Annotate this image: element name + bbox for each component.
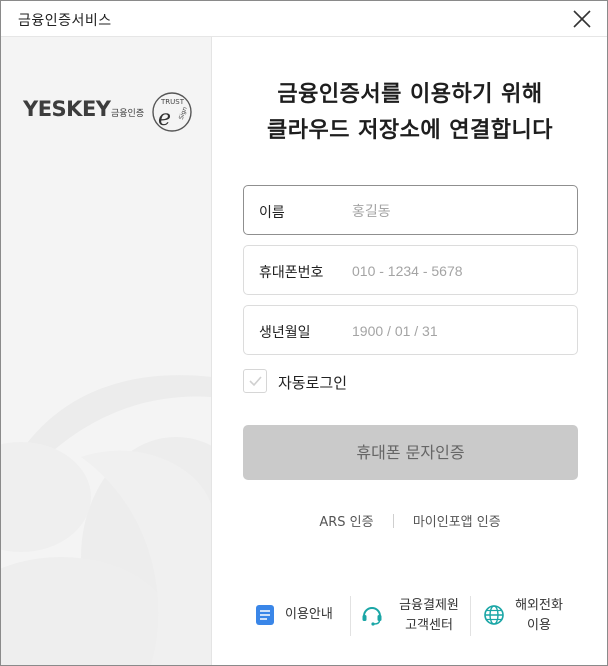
esign-seal-icon: TRUST e Sign	[152, 92, 192, 132]
birthdate-label: 생년월일	[259, 325, 311, 341]
overseas-call-link[interactable]: 해외전화 이용	[481, 592, 581, 640]
footer-divider	[350, 596, 351, 636]
phone-input[interactable]	[352, 258, 562, 284]
page-heading: 금융인증서를 이용하기 위해 클라우드 저장소에 연결합니다	[213, 77, 607, 149]
usage-guide-link[interactable]: 이용안내	[253, 592, 343, 640]
footer-divider	[470, 596, 471, 636]
overseas-call-label: 해외전화 이용	[509, 596, 569, 636]
link-divider	[392, 514, 394, 528]
alternative-auth-links: ARS 인증 마이인포앱 인증	[213, 511, 607, 530]
usage-guide-label: 이용안내	[285, 607, 333, 622]
brand-logo: YESKEY 금융인증 TRUST e Sign	[23, 89, 203, 133]
svg-text:TRUST: TRUST	[160, 98, 185, 106]
overseas-call-line-1: 해외전화	[515, 598, 563, 613]
myinfo-app-auth-link[interactable]: 마이인포앱 인증	[413, 515, 501, 530]
phone-label: 휴대폰번호	[259, 265, 324, 281]
customer-center-label: 금융결제원 고객센터	[391, 596, 467, 636]
footer-links: 이용안내 금융결제원 고객센터 해외전화 이용	[243, 592, 593, 640]
svg-text:e: e	[158, 106, 171, 131]
sms-auth-button[interactable]: 휴대폰 문자인증	[243, 425, 578, 480]
phone-field[interactable]: 휴대폰번호	[243, 245, 578, 295]
customer-center-line-1: 금융결제원	[399, 598, 459, 613]
title-bar: 금융인증서비스	[1, 1, 607, 37]
customer-center-line-2: 고객센터	[405, 618, 453, 633]
document-icon	[256, 605, 274, 625]
close-icon[interactable]	[571, 8, 593, 30]
heading-line-2: 클라우드 저장소에 연결합니다	[267, 118, 553, 143]
auth-form-panel: 금융인증서를 이용하기 위해 클라우드 저장소에 연결합니다 이름 휴대폰번호 …	[213, 37, 607, 665]
ars-auth-link[interactable]: ARS 인증	[319, 515, 373, 530]
logo-text: YESKEY	[23, 97, 111, 121]
name-label: 이름	[259, 205, 285, 221]
logo-subtext: 금융인증	[111, 109, 145, 119]
birthdate-field[interactable]: 생년월일	[243, 305, 578, 355]
name-input[interactable]	[352, 198, 562, 224]
headset-icon	[362, 607, 382, 626]
dialog-window: 금융인증서비스 YESKEY 금융인증 TRUST e Sign 금융인증서를 …	[0, 0, 608, 666]
check-icon	[249, 376, 262, 387]
svg-text:Sign: Sign	[178, 106, 189, 121]
name-field[interactable]: 이름	[243, 185, 578, 235]
globe-icon	[484, 605, 504, 625]
overseas-call-line-2: 이용	[527, 618, 551, 633]
window-title: 금융인증서비스	[18, 13, 112, 29]
checkbox-box[interactable]	[243, 369, 267, 393]
customer-center-link[interactable]: 금융결제원 고객센터	[361, 592, 469, 640]
birthdate-input[interactable]	[352, 318, 562, 344]
auto-login-label: 자동로그인	[278, 374, 348, 392]
heading-line-1: 금융인증서를 이용하기 위해	[277, 82, 543, 107]
auto-login-checkbox[interactable]: 자동로그인	[243, 369, 403, 395]
brand-panel: YESKEY 금융인증 TRUST e Sign	[1, 37, 212, 665]
